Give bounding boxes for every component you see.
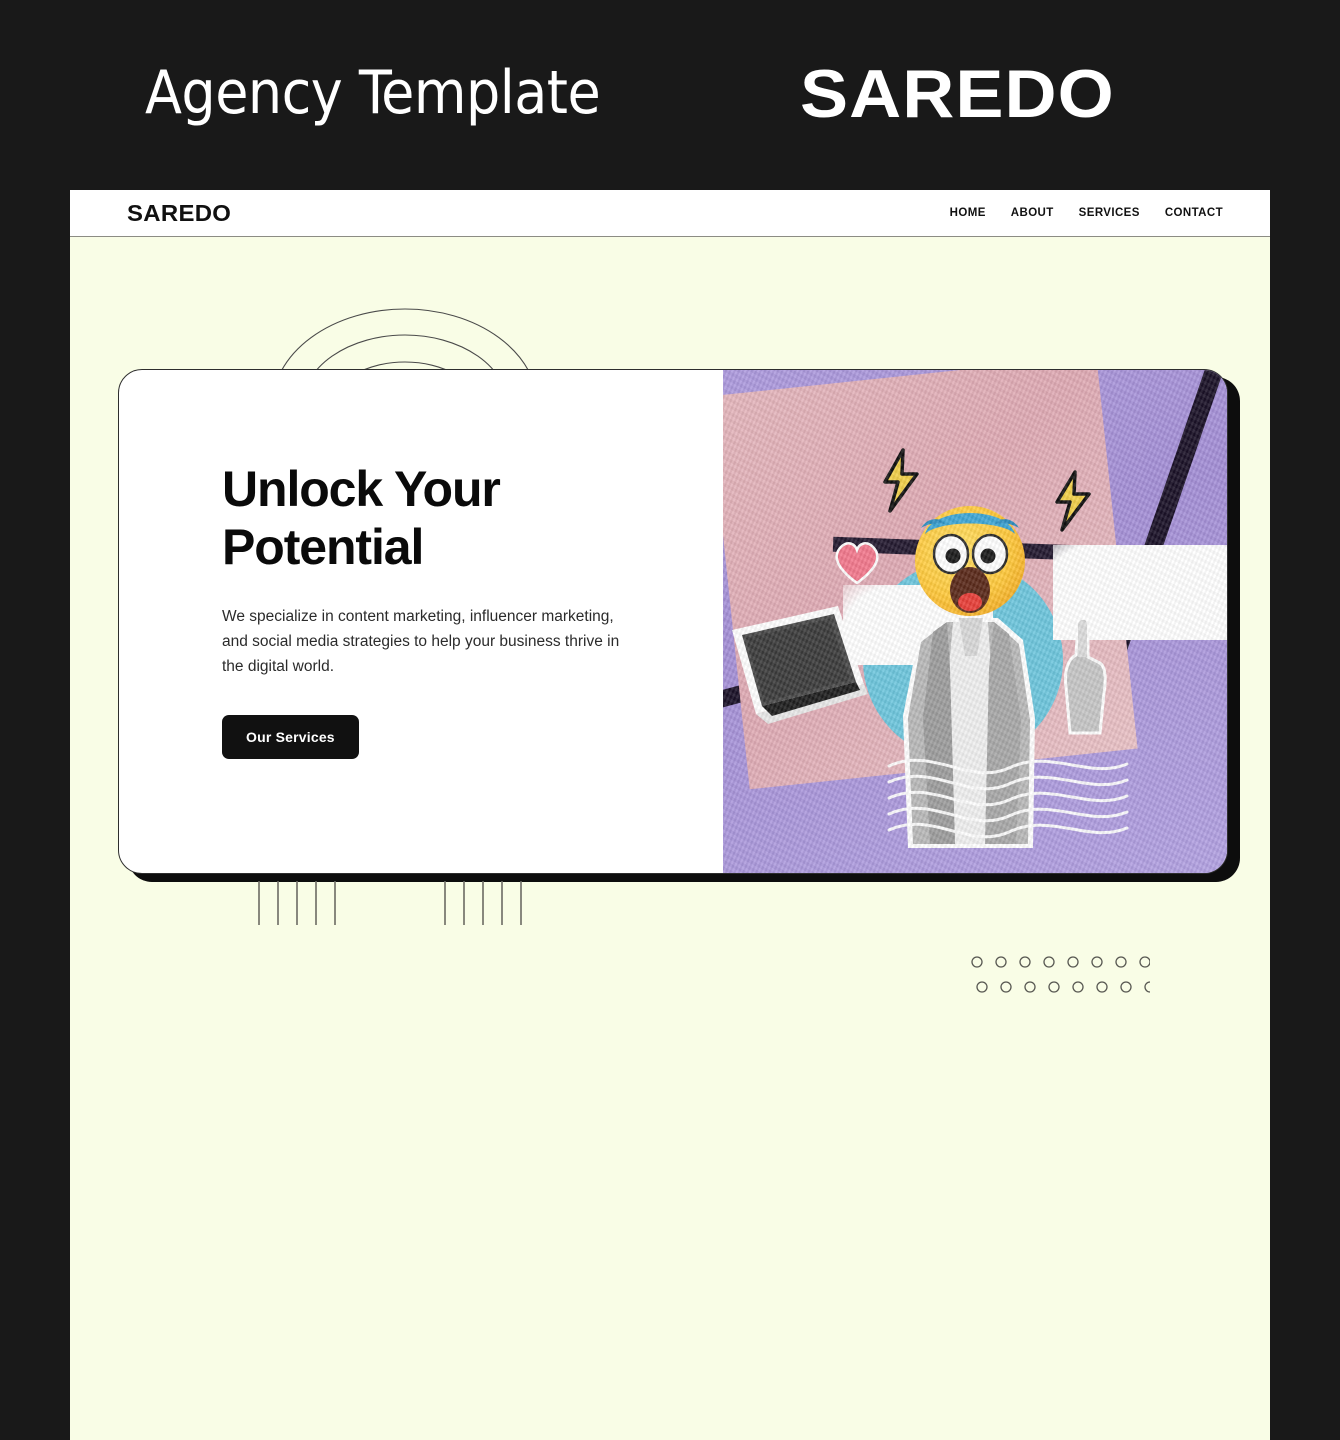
nav-links: HOME ABOUT SERVICES CONTACT (950, 207, 1223, 219)
laptop-icon (732, 606, 868, 724)
hero-section: Unlock Your Potential We specialize in c… (70, 237, 1270, 1012)
hero-heading: Unlock Your Potential (222, 461, 501, 575)
nav-link-contact[interactable]: CONTACT (1165, 207, 1223, 219)
navbar: SAREDO HOME ABOUT SERVICES CONTACT (70, 190, 1270, 237)
banner-logo: SAREDO (800, 56, 1115, 132)
our-services-button[interactable]: Our Services (222, 715, 359, 760)
hero-text-block: Unlock Your Potential We specialize in c… (119, 370, 723, 873)
hero-card: Unlock Your Potential We specialize in c… (118, 369, 1228, 874)
lightning-bolt-icon-right (1055, 470, 1091, 532)
nav-link-home[interactable]: HOME (950, 207, 986, 219)
hero-collage-image (723, 370, 1227, 873)
banner-title: Agency Template (145, 58, 601, 128)
heart-icon (835, 542, 879, 585)
nav-link-about[interactable]: ABOUT (1011, 207, 1054, 219)
vertical-tick-lines-decoration (258, 881, 522, 925)
nav-logo[interactable]: SAREDO (127, 200, 231, 227)
nav-link-services[interactable]: SERVICES (1079, 207, 1140, 219)
hero-paragraph: We specialize in content marketing, infl… (222, 608, 620, 676)
wave-lines-decoration (887, 758, 1129, 839)
shocked-emoji-icon (915, 506, 1025, 616)
top-banner: Agency Template SAREDO (0, 0, 1340, 190)
website-preview: SAREDO HOME ABOUT SERVICES CONTACT Unloc… (70, 190, 1270, 1440)
dot-grid-decoration (971, 956, 1150, 993)
pointing-hand (1064, 617, 1107, 735)
